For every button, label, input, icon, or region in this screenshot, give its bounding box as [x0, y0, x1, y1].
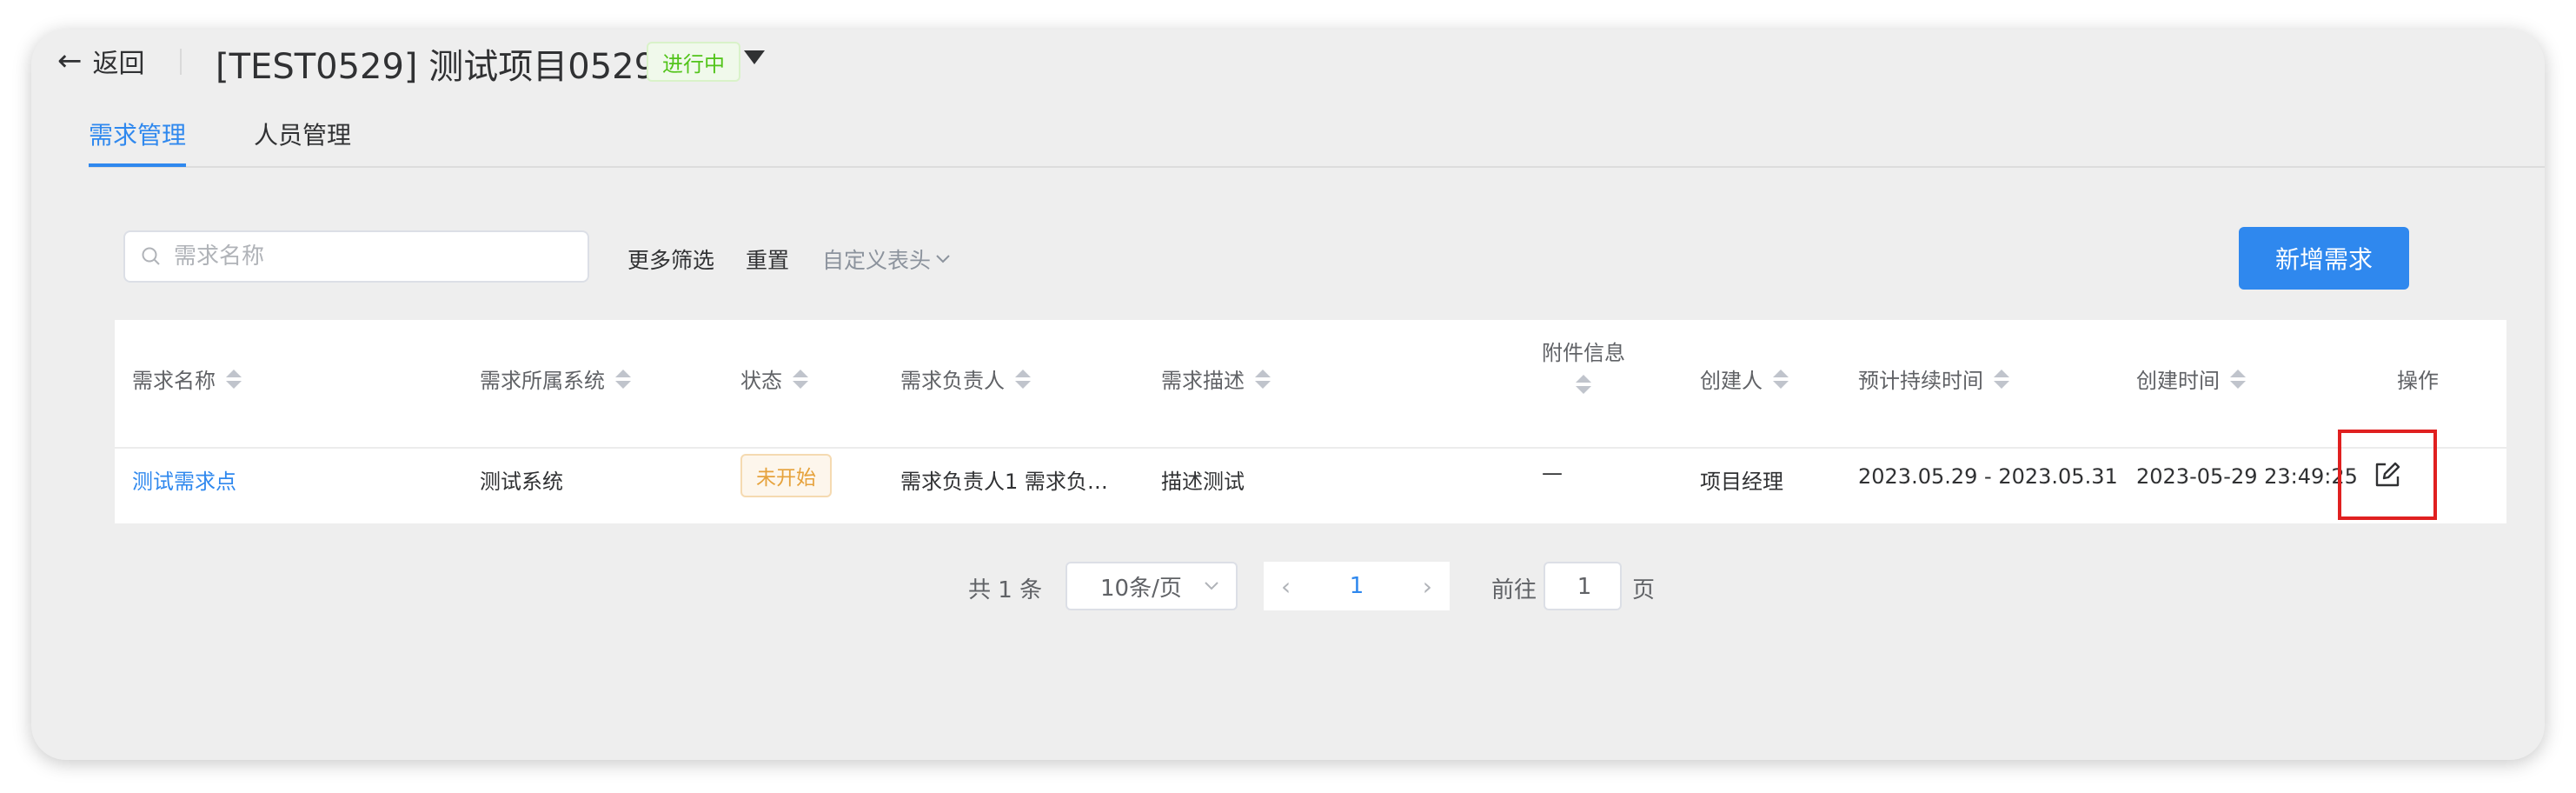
column-label: 操作 [2397, 369, 2439, 393]
header-divider [180, 49, 182, 75]
column-label: 需求所属系统 [480, 369, 605, 393]
sort-icon[interactable] [1015, 369, 1031, 389]
column-label: 创建人 [1700, 369, 1763, 393]
page-suffix: 页 [1632, 577, 1656, 603]
sort-icon[interactable] [1994, 369, 2009, 389]
chevron-down-icon [1205, 582, 1218, 590]
status-badge: 未开始 [740, 454, 832, 497]
page-size-value: 10条/页 [1100, 575, 1182, 602]
column-header-attachment[interactable]: 附件信息 [1542, 336, 1625, 394]
cell-duration: 2023.05.29 - 2023.05.31 [1858, 464, 2118, 489]
column-label: 状态 [740, 369, 782, 393]
column-header-owner[interactable]: 需求负责人 [900, 363, 1031, 394]
column-label: 需求描述 [1161, 369, 1245, 393]
table-row: 测试需求点 测试系统 未开始 需求负责人1 需求负… 描述测试 — 项目经理 2… [115, 449, 2506, 523]
cell-description: 描述测试 [1161, 470, 1245, 494]
total-count: 共 1 条 [968, 577, 1043, 603]
edit-icon [2375, 462, 2400, 487]
page-size-select[interactable]: 10条/页 [1066, 562, 1238, 610]
caret-down-icon[interactable] [744, 50, 765, 64]
pager: ‹ 1 › [1264, 562, 1450, 610]
search-box[interactable] [123, 230, 589, 283]
column-label: 预计持续时间 [1858, 369, 1983, 393]
column-label: 需求负责人 [900, 369, 1005, 393]
column-header-status[interactable]: 状态 [740, 363, 808, 394]
chevron-down-icon [936, 255, 950, 263]
column-label: 需求名称 [132, 369, 216, 393]
column-label: 创建时间 [2136, 369, 2220, 393]
column-label: 附件信息 [1542, 341, 1625, 365]
add-requirement-button[interactable]: 新增需求 [2239, 227, 2409, 290]
tabs-divider [89, 166, 2545, 168]
cell-system: 测试系统 [480, 470, 563, 494]
goto-page-box[interactable] [1544, 562, 1623, 610]
project-title: [TEST0529] 测试项目0529 [216, 47, 657, 87]
sort-icon[interactable] [226, 369, 242, 389]
column-header-creator[interactable]: 创建人 [1700, 363, 1789, 394]
requirements-table: 需求名称 需求所属系统 状态 需求负责人 需求描述 附件信息 创建人 预计持续时… [115, 320, 2506, 523]
sort-icon[interactable] [2230, 369, 2246, 389]
goto-page-input[interactable] [1545, 563, 1623, 610]
column-header-created-at[interactable]: 创建时间 [2136, 363, 2246, 394]
search-input[interactable] [172, 243, 575, 270]
column-header-system[interactable]: 需求所属系统 [480, 363, 631, 394]
chevron-left-icon[interactable]: ‹ [1281, 572, 1291, 601]
tab-requirements[interactable]: 需求管理 [89, 117, 186, 151]
cell-creator: 项目经理 [1700, 470, 1783, 494]
sort-icon[interactable] [1773, 369, 1789, 389]
cell-attachment: — [1542, 461, 1563, 485]
sort-icon[interactable] [615, 369, 631, 389]
column-header-name[interactable]: 需求名称 [132, 363, 242, 394]
main-panel: ← 返回 [TEST0529] 测试项目0529 进行中 需求管理 人员管理 更… [31, 30, 2545, 760]
arrow-left-icon: ← [57, 43, 83, 78]
column-header-duration[interactable]: 预计持续时间 [1858, 363, 2009, 394]
column-header-description[interactable]: 需求描述 [1161, 363, 1271, 394]
sort-icon[interactable] [1576, 375, 1591, 394]
back-button[interactable]: ← 返回 [57, 42, 145, 80]
sort-icon[interactable] [1255, 369, 1271, 389]
sort-icon[interactable] [793, 369, 808, 389]
reset-button[interactable]: 重置 [746, 243, 789, 275]
requirement-name-link[interactable]: 测试需求点 [132, 464, 236, 495]
more-filters-button[interactable]: 更多筛选 [627, 243, 714, 275]
column-header-actions: 操作 [2397, 363, 2439, 394]
tab-members[interactable]: 人员管理 [254, 117, 351, 151]
project-status-badge: 进行中 [647, 42, 740, 82]
page-number-current[interactable]: 1 [1350, 573, 1364, 599]
custom-columns-label: 自定义表头 [822, 248, 932, 273]
cell-created-at: 2023-05-29 23:49:25 [2136, 464, 2358, 489]
cell-owner: 需求负责人1 需求负… [900, 470, 1108, 494]
back-label: 返回 [92, 49, 145, 79]
edit-button[interactable] [2338, 430, 2437, 520]
goto-label: 前往 [1491, 577, 1537, 603]
active-tab-indicator [89, 163, 186, 167]
chevron-right-icon[interactable]: › [1423, 572, 1432, 601]
custom-columns-button[interactable]: 自定义表头 [822, 243, 952, 275]
search-icon [142, 247, 160, 265]
